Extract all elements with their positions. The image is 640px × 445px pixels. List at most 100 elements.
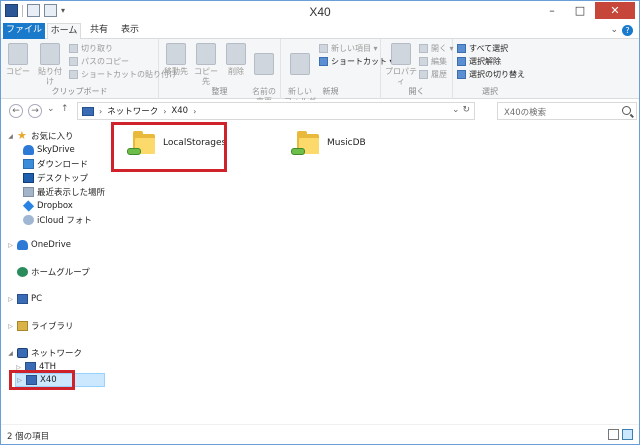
folder-name: MusicDB (327, 138, 366, 148)
nav-libraries[interactable]: ▷ ライブラリ (7, 319, 74, 333)
skydrive-icon (23, 145, 34, 155)
nav-favorites-label: お気に入り (31, 132, 74, 142)
breadcrumb-network[interactable]: ネットワーク (107, 105, 158, 117)
open-button[interactable]: 開く ▾ (419, 43, 454, 54)
homegroup-icon (17, 267, 28, 277)
explorer-window: ▾ X40 – □ ✕ ファイル ホーム 共有 表示 ⌄ ? コピー 貼り付け (0, 0, 640, 445)
select-all-button[interactable]: すべて選択 (457, 43, 508, 54)
select-all-label: すべて選択 (469, 44, 509, 53)
nav-skydrive-label: SkyDrive (37, 145, 75, 155)
forward-button[interactable]: → (28, 104, 42, 118)
new-item-button[interactable]: 新しい項目 ▾ (319, 43, 378, 54)
delete-button[interactable]: 削除 (221, 43, 251, 77)
dropbox-icon (22, 200, 35, 212)
nav-downloads[interactable]: ダウンロード (23, 157, 88, 171)
large-icons-view-button[interactable] (622, 429, 633, 440)
address-bar-row: ← → ⌄ ↑ › ネットワーク › X40 › ⌄ ↻ X40の検索 (1, 100, 639, 122)
back-button[interactable]: ← (9, 104, 23, 118)
clipboard-group-label: クリップボード (51, 87, 108, 96)
help-icon[interactable]: ? (622, 25, 633, 36)
move-to-button[interactable]: 移動先 (161, 43, 191, 77)
folder-item-musicdb[interactable]: MusicDB (291, 130, 366, 156)
shortcut-icon (319, 57, 328, 66)
chevron-down-icon[interactable]: ⌄ (610, 25, 618, 36)
invert-selection-icon (457, 70, 466, 79)
recent-places-icon (23, 187, 34, 197)
up-button[interactable]: ↑ (61, 104, 69, 114)
chevron-right-icon[interactable]: › (99, 107, 102, 116)
network-folder-icon (291, 130, 321, 156)
edit-button[interactable]: 編集 (419, 56, 447, 67)
rename-button[interactable]: 名前の 変更 (249, 43, 279, 107)
expand-icon[interactable]: ◢ (7, 350, 14, 357)
search-icon[interactable] (622, 106, 631, 115)
desktop-icon (23, 173, 34, 183)
properties-label: プロパティ (385, 67, 417, 86)
nav-favorites[interactable]: ◢ ★ お気に入り (7, 129, 74, 143)
tab-home[interactable]: ホーム (47, 23, 81, 40)
breadcrumb-x40[interactable]: X40 (171, 106, 188, 116)
file-list: LocalStorages MusicDB (111, 122, 639, 424)
properties-button[interactable]: プロパティ (383, 43, 419, 87)
expand-icon[interactable]: ▷ (7, 323, 14, 330)
chevron-right-icon[interactable]: › (193, 107, 196, 116)
nav-pc[interactable]: ▷ PC (7, 292, 42, 306)
tab-share[interactable]: 共有 (87, 23, 111, 39)
delete-icon (226, 43, 246, 65)
view-switcher (608, 429, 633, 440)
history-icon (419, 70, 428, 79)
close-button[interactable]: ✕ (595, 2, 635, 19)
nav-desktop[interactable]: デスクトップ (23, 171, 88, 185)
open-group: プロパティ 開く ▾ 編集 履歴 開く (381, 39, 454, 99)
copy-icon (8, 43, 28, 65)
onedrive-icon (17, 240, 28, 250)
address-controls[interactable]: ⌄ ↻ (452, 105, 470, 115)
chevron-right-icon[interactable]: › (163, 107, 166, 116)
folder-icon (290, 53, 310, 75)
expand-icon[interactable]: ▷ (7, 296, 14, 303)
select-group-label: 選択 (482, 87, 498, 96)
nav-dropbox-label: Dropbox (37, 201, 73, 211)
navigation-pane: ◢ ★ お気に入り SkyDrive ダウンロード デスクトップ 最近表示した場… (1, 122, 111, 424)
open-group-label: 開く (408, 87, 425, 96)
copy-to-button[interactable]: コピー先 (191, 43, 221, 87)
nav-skydrive[interactable]: SkyDrive (23, 143, 75, 157)
copy-path-button[interactable]: パスのコピー (69, 56, 129, 67)
new-item-icon (319, 44, 328, 53)
maximize-button[interactable]: □ (567, 2, 593, 19)
nav-dropbox[interactable]: Dropbox (22, 199, 73, 213)
copy-to-icon (196, 43, 216, 65)
nav-onedrive[interactable]: ▷ OneDrive (7, 238, 71, 252)
properties-icon (391, 43, 411, 65)
address-bar[interactable]: › ネットワーク › X40 › ⌄ ↻ (77, 102, 475, 120)
item-count: 2 個の項目 (7, 432, 50, 442)
search-input[interactable]: X40の検索 (497, 102, 637, 120)
edit-label: 編集 (431, 57, 447, 66)
tab-file[interactable]: ファイル (3, 23, 45, 39)
tab-view[interactable]: 表示 (117, 23, 143, 39)
network-icon (82, 106, 94, 116)
invert-selection-button[interactable]: 選択の切り替え (457, 69, 525, 80)
nav-network[interactable]: ◢ ネットワーク (7, 346, 82, 360)
cut-button[interactable]: 切り取り (69, 43, 113, 54)
recent-locations-button[interactable]: ⌄ (47, 104, 55, 114)
history-button[interactable]: 履歴 (419, 69, 447, 80)
minimize-button[interactable]: – (539, 2, 565, 19)
nav-recent-places[interactable]: 最近表示した場所 (23, 185, 105, 199)
library-icon (17, 321, 28, 331)
copy-button[interactable]: コピー (3, 43, 33, 77)
details-view-button[interactable] (608, 429, 619, 440)
select-none-button[interactable]: 選択解除 (457, 56, 501, 67)
clipboard-icon (40, 43, 60, 65)
paste-label: 貼り付け (38, 67, 62, 86)
paste-button[interactable]: 貼り付け (35, 43, 65, 87)
ribbon-tabs: ファイル ホーム 共有 表示 ⌄ ? (1, 23, 639, 40)
copy-path-label: パスのコピー (81, 57, 129, 66)
expand-icon[interactable]: ▷ (7, 242, 14, 249)
nav-icloud-photos[interactable]: iCloud フォト (23, 213, 92, 227)
nav-network-label: ネットワーク (31, 349, 83, 359)
open-label: 開く ▾ (431, 44, 454, 53)
nav-homegroup[interactable]: ホームグループ (7, 265, 90, 279)
expand-icon[interactable]: ◢ (7, 133, 14, 140)
highlight-box (111, 122, 227, 172)
